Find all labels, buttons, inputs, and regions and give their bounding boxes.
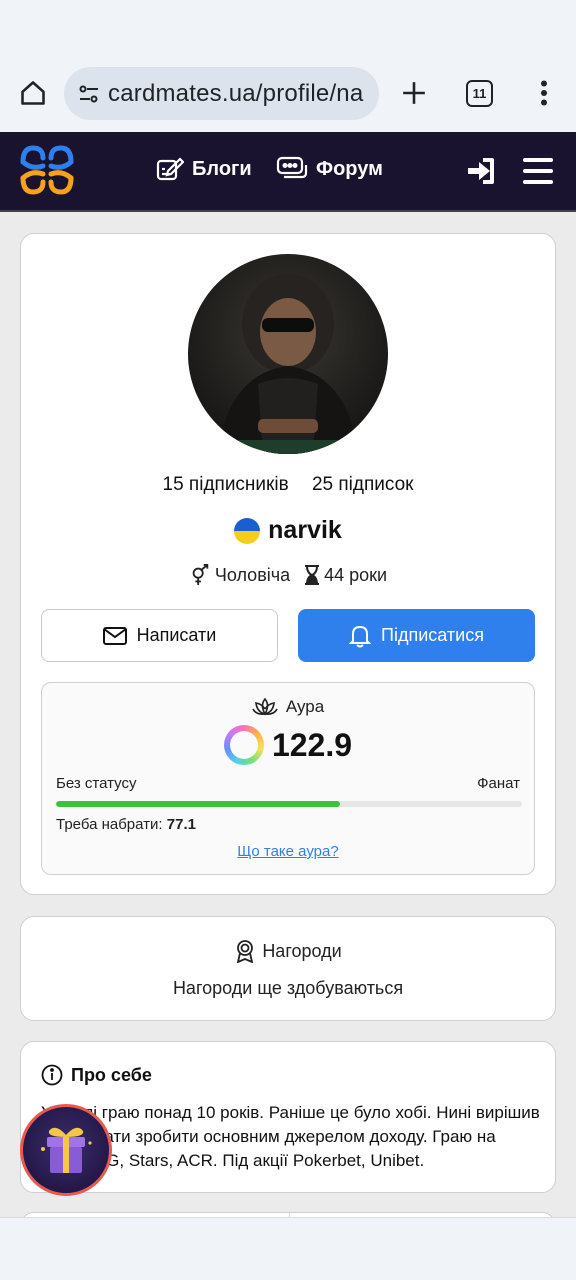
aura-title: Аура xyxy=(42,697,534,717)
nav-forum-label: Форум xyxy=(316,157,383,180)
browser-toolbar: cardmates.ua/profile/na 11 xyxy=(0,0,576,132)
gender-icon xyxy=(192,564,209,586)
cardmates-logo[interactable] xyxy=(18,140,76,200)
nav-blogs[interactable]: Блоги xyxy=(156,156,252,182)
tabs-button[interactable]: 11 xyxy=(466,80,493,107)
nav-forum[interactable]: Форум xyxy=(276,156,383,182)
what-is-aura-link[interactable]: Що таке аура? xyxy=(42,843,534,860)
home-icon xyxy=(21,81,45,105)
home-button[interactable] xyxy=(14,74,52,112)
hamburger-icon[interactable] xyxy=(522,156,554,186)
new-tab-button[interactable] xyxy=(396,74,432,112)
aura-progress-bar xyxy=(56,801,522,807)
mail-icon xyxy=(102,626,127,645)
about-title: Про себе xyxy=(41,1064,152,1086)
info-icon xyxy=(41,1064,63,1086)
level-to: Фанат xyxy=(477,775,520,792)
follow-button[interactable]: Підписатися xyxy=(298,609,535,662)
follow-label: Підписатися xyxy=(381,625,484,645)
followers-count[interactable]: 15 підписників xyxy=(163,474,289,495)
need-points: Треба набрати: 77.1 xyxy=(56,816,196,833)
url-text: cardmates.ua/profile/na xyxy=(108,79,364,107)
need-label: Треба набрати: xyxy=(56,816,163,833)
awards-empty-text: Нагороди ще здобуваються xyxy=(172,978,404,998)
profile-card: 15 підписників 25 підписок narvik Чолові… xyxy=(20,233,556,895)
awards-title: Нагороди xyxy=(21,939,555,963)
hourglass-icon xyxy=(305,565,320,585)
aura-panel: Аура 122.9 Без статусу Фанат Треба набра… xyxy=(41,682,535,875)
gift-button[interactable] xyxy=(20,1104,112,1196)
login-icon[interactable] xyxy=(466,156,496,186)
awards-card: Нагороди Нагороди ще здобуваються xyxy=(20,916,556,1021)
ukraine-flag-icon xyxy=(234,517,261,544)
level-from: Без статусу xyxy=(56,775,137,792)
following-count[interactable]: 25 підписок xyxy=(312,474,414,495)
about-title-label: Про себе xyxy=(71,1064,152,1085)
profile-meta: Чоловіча 44 роки xyxy=(21,564,555,586)
aura-ring-icon xyxy=(223,725,264,765)
nav-blogs-label: Блоги xyxy=(192,157,252,180)
need-value: 77.1 xyxy=(166,816,196,833)
system-bottom-bar xyxy=(0,1217,576,1280)
write-label: Написати xyxy=(136,625,217,645)
bell-icon xyxy=(349,625,372,647)
aura-value-row: 122.9 xyxy=(42,725,534,765)
plus-icon xyxy=(403,82,425,104)
username: narvik xyxy=(268,516,342,544)
gender-label: Чоловіча xyxy=(214,564,291,585)
lotus-icon xyxy=(252,697,278,716)
tab-count: 11 xyxy=(472,86,487,101)
tune-icon[interactable] xyxy=(64,67,108,120)
aura-progress-fill xyxy=(56,801,341,807)
awards-title-label: Нагороди xyxy=(262,940,342,961)
award-icon xyxy=(237,940,254,963)
chat-icon xyxy=(276,156,308,179)
follow-stats: 15 підписників 25 підписок xyxy=(21,474,555,496)
username-row: narvik xyxy=(21,516,555,545)
gift-icon xyxy=(41,1127,92,1173)
avatar[interactable] xyxy=(188,254,388,454)
about-text: Узагалі граю понад 10 років. Раніше це б… xyxy=(41,1103,540,1170)
address-bar[interactable]: cardmates.ua/profile/na xyxy=(64,67,379,120)
write-message-button[interactable]: Написати xyxy=(41,609,278,662)
aura-title-label: Аура xyxy=(285,697,325,716)
blog-edit-icon xyxy=(156,157,184,181)
more-vert-icon[interactable] xyxy=(530,74,558,112)
site-header: Блоги Форум xyxy=(0,132,576,212)
age-label: 44 роки xyxy=(324,564,388,585)
aura-value: 122.9 xyxy=(271,726,353,763)
